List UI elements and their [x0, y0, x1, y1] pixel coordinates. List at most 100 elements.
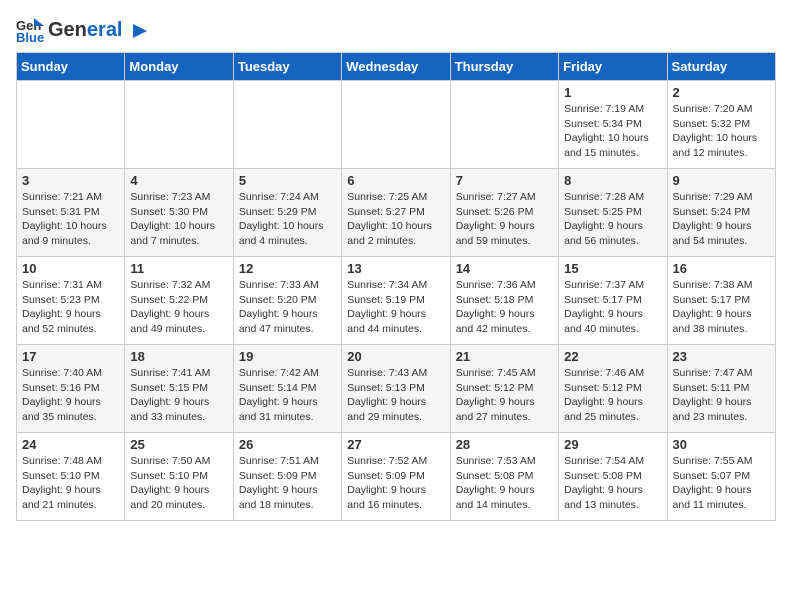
day-cell: 26 Sunrise: 7:51 AM Sunset: 5:09 PM Dayli…: [233, 433, 341, 521]
day-info: Sunrise: 7:50 AM Sunset: 5:10 PM Dayligh…: [130, 454, 227, 513]
day-cell: 18 Sunrise: 7:41 AM Sunset: 5:15 PM Dayli…: [125, 345, 233, 433]
week-row-5: 24 Sunrise: 7:48 AM Sunset: 5:10 PM Dayli…: [17, 433, 776, 521]
day-number: 29: [564, 437, 661, 452]
day-cell: [450, 81, 558, 169]
day-cell: 22 Sunrise: 7:46 AM Sunset: 5:12 PM Dayli…: [559, 345, 667, 433]
day-cell: 2Sunrise: 7:20 AM Sunset: 5:32 PM Daylig…: [667, 81, 775, 169]
logo-arrow-icon: [129, 22, 147, 40]
day-number: 16: [673, 261, 770, 276]
day-number: 1: [564, 85, 661, 100]
day-info: Sunrise: 7:28 AM Sunset: 5:25 PM Dayligh…: [564, 190, 661, 249]
day-info: Sunrise: 7:37 AM Sunset: 5:17 PM Dayligh…: [564, 278, 661, 337]
calendar-table: SundayMondayTuesdayWednesdayThursdayFrid…: [16, 52, 776, 521]
day-number: 24: [22, 437, 119, 452]
logo-line1: General: [48, 19, 147, 41]
day-number: 14: [456, 261, 553, 276]
day-info: Sunrise: 7:33 AM Sunset: 5:20 PM Dayligh…: [239, 278, 336, 337]
day-number: 8: [564, 173, 661, 188]
day-cell: 19 Sunrise: 7:42 AM Sunset: 5:14 PM Dayli…: [233, 345, 341, 433]
day-info: Sunrise: 7:34 AM Sunset: 5:19 PM Dayligh…: [347, 278, 444, 337]
day-number: 10: [22, 261, 119, 276]
day-cell: 4Sunrise: 7:23 AM Sunset: 5:30 PM Daylig…: [125, 169, 233, 257]
day-cell: 27 Sunrise: 7:52 AM Sunset: 5:09 PM Dayli…: [342, 433, 450, 521]
day-number: 23: [673, 349, 770, 364]
day-info: Sunrise: 7:52 AM Sunset: 5:09 PM Dayligh…: [347, 454, 444, 513]
day-cell: 30Sunrise: 7:55 AM Sunset: 5:07 PM Dayli…: [667, 433, 775, 521]
day-cell: [342, 81, 450, 169]
day-cell: 13 Sunrise: 7:34 AM Sunset: 5:19 PM Dayli…: [342, 257, 450, 345]
day-number: 25: [130, 437, 227, 452]
day-cell: 6 Sunrise: 7:25 AM Sunset: 5:27 PM Daylig…: [342, 169, 450, 257]
day-cell: 25 Sunrise: 7:50 AM Sunset: 5:10 PM Dayli…: [125, 433, 233, 521]
day-cell: 24 Sunrise: 7:48 AM Sunset: 5:10 PM Dayli…: [17, 433, 125, 521]
day-cell: 7 Sunrise: 7:27 AM Sunset: 5:26 PM Daylig…: [450, 169, 558, 257]
day-cell: 28Sunrise: 7:53 AM Sunset: 5:08 PM Dayli…: [450, 433, 558, 521]
day-info: Sunrise: 7:32 AM Sunset: 5:22 PM Dayligh…: [130, 278, 227, 337]
weekday-header-friday: Friday: [559, 53, 667, 81]
day-number: 9: [673, 173, 770, 188]
weekday-header-wednesday: Wednesday: [342, 53, 450, 81]
day-number: 12: [239, 261, 336, 276]
day-number: 15: [564, 261, 661, 276]
week-row-1: 1 Sunrise: 7:19 AM Sunset: 5:34 PM Daylig…: [17, 81, 776, 169]
week-row-4: 17Sunrise: 7:40 AM Sunset: 5:16 PM Dayli…: [17, 345, 776, 433]
day-cell: 9 Sunrise: 7:29 AM Sunset: 5:24 PM Daylig…: [667, 169, 775, 257]
day-info: Sunrise: 7:19 AM Sunset: 5:34 PM Dayligh…: [564, 102, 661, 161]
day-info: Sunrise: 7:51 AM Sunset: 5:09 PM Dayligh…: [239, 454, 336, 513]
weekday-header-row: SundayMondayTuesdayWednesdayThursdayFrid…: [17, 53, 776, 81]
day-number: 22: [564, 349, 661, 364]
day-cell: [17, 81, 125, 169]
day-info: Sunrise: 7:20 AM Sunset: 5:32 PM Dayligh…: [673, 102, 770, 161]
weekday-header-sunday: Sunday: [17, 53, 125, 81]
day-info: Sunrise: 7:53 AM Sunset: 5:08 PM Dayligh…: [456, 454, 553, 513]
week-row-2: 3 Sunrise: 7:21 AM Sunset: 5:31 PM Daylig…: [17, 169, 776, 257]
day-number: 27: [347, 437, 444, 452]
weekday-header-saturday: Saturday: [667, 53, 775, 81]
day-cell: 16 Sunrise: 7:38 AM Sunset: 5:17 PM Dayli…: [667, 257, 775, 345]
day-info: Sunrise: 7:29 AM Sunset: 5:24 PM Dayligh…: [673, 190, 770, 249]
day-info: Sunrise: 7:46 AM Sunset: 5:12 PM Dayligh…: [564, 366, 661, 425]
svg-text:Blue: Blue: [16, 30, 44, 44]
weekday-header-thursday: Thursday: [450, 53, 558, 81]
day-number: 7: [456, 173, 553, 188]
day-info: Sunrise: 7:21 AM Sunset: 5:31 PM Dayligh…: [22, 190, 119, 249]
day-cell: 11 Sunrise: 7:32 AM Sunset: 5:22 PM Dayli…: [125, 257, 233, 345]
day-info: Sunrise: 7:24 AM Sunset: 5:29 PM Dayligh…: [239, 190, 336, 249]
day-number: 13: [347, 261, 444, 276]
day-info: Sunrise: 7:27 AM Sunset: 5:26 PM Dayligh…: [456, 190, 553, 249]
day-number: 20: [347, 349, 444, 364]
day-info: Sunrise: 7:25 AM Sunset: 5:27 PM Dayligh…: [347, 190, 444, 249]
day-number: 19: [239, 349, 336, 364]
day-info: Sunrise: 7:45 AM Sunset: 5:12 PM Dayligh…: [456, 366, 553, 425]
week-row-3: 10Sunrise: 7:31 AM Sunset: 5:23 PM Dayli…: [17, 257, 776, 345]
day-number: 18: [130, 349, 227, 364]
weekday-header-tuesday: Tuesday: [233, 53, 341, 81]
day-info: Sunrise: 7:36 AM Sunset: 5:18 PM Dayligh…: [456, 278, 553, 337]
day-cell: 8 Sunrise: 7:28 AM Sunset: 5:25 PM Daylig…: [559, 169, 667, 257]
day-info: Sunrise: 7:47 AM Sunset: 5:11 PM Dayligh…: [673, 366, 770, 425]
day-cell: 29Sunrise: 7:54 AM Sunset: 5:08 PM Dayli…: [559, 433, 667, 521]
day-cell: [233, 81, 341, 169]
day-number: 4: [130, 173, 227, 188]
logo-icon: Gen Blue: [16, 16, 44, 44]
day-info: Sunrise: 7:38 AM Sunset: 5:17 PM Dayligh…: [673, 278, 770, 337]
day-info: Sunrise: 7:41 AM Sunset: 5:15 PM Dayligh…: [130, 366, 227, 425]
day-number: 6: [347, 173, 444, 188]
day-info: Sunrise: 7:42 AM Sunset: 5:14 PM Dayligh…: [239, 366, 336, 425]
day-number: 3: [22, 173, 119, 188]
day-cell: 3 Sunrise: 7:21 AM Sunset: 5:31 PM Daylig…: [17, 169, 125, 257]
day-number: 26: [239, 437, 336, 452]
day-cell: 17Sunrise: 7:40 AM Sunset: 5:16 PM Dayli…: [17, 345, 125, 433]
day-cell: 10Sunrise: 7:31 AM Sunset: 5:23 PM Dayli…: [17, 257, 125, 345]
day-cell: 21 Sunrise: 7:45 AM Sunset: 5:12 PM Dayli…: [450, 345, 558, 433]
day-number: 11: [130, 261, 227, 276]
day-number: 17: [22, 349, 119, 364]
day-cell: 20Sunrise: 7:43 AM Sunset: 5:13 PM Dayli…: [342, 345, 450, 433]
day-cell: 23 Sunrise: 7:47 AM Sunset: 5:11 PM Dayli…: [667, 345, 775, 433]
header: Gen Blue General: [16, 16, 776, 44]
day-info: Sunrise: 7:48 AM Sunset: 5:10 PM Dayligh…: [22, 454, 119, 513]
logo: Gen Blue General: [16, 16, 147, 44]
day-number: 21: [456, 349, 553, 364]
weekday-header-monday: Monday: [125, 53, 233, 81]
day-cell: 5Sunrise: 7:24 AM Sunset: 5:29 PM Daylig…: [233, 169, 341, 257]
